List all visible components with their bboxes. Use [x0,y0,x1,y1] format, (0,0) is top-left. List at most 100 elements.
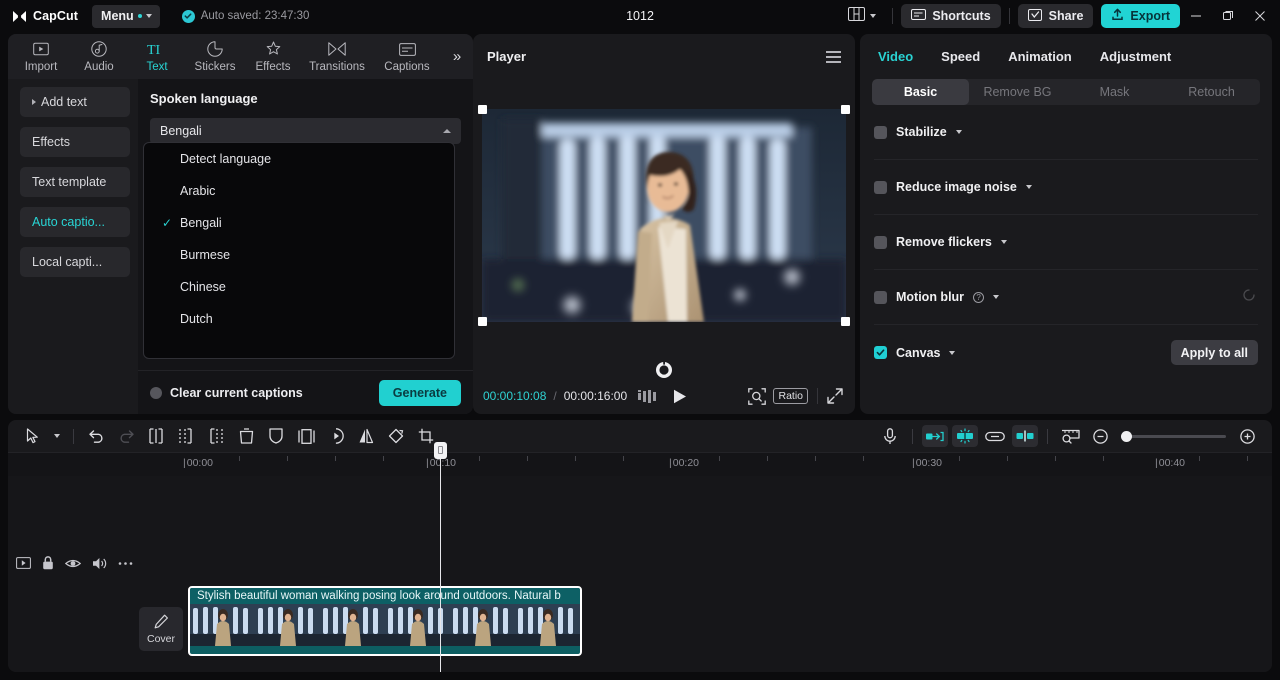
magnifier-icon[interactable] [748,387,767,405]
undo-icon[interactable] [81,421,111,451]
language-option-chinese[interactable]: Chinese [144,271,454,303]
share-icon [1027,8,1043,24]
auto-cut-icon[interactable] [952,425,978,447]
subtab-mask[interactable]: Mask [1066,79,1163,105]
language-option-detect[interactable]: Detect language [144,143,454,175]
subtab-retouch[interactable]: Retouch [1163,79,1260,105]
language-option-bengali[interactable]: ✓ Bengali [144,207,454,239]
canvas-checkbox[interactable] [874,346,887,359]
subtab-remove-bg[interactable]: Remove BG [969,79,1066,105]
menu-button[interactable]: Menu [92,4,160,28]
hamburger-icon[interactable] [826,50,841,63]
zoom-in-icon[interactable] [1232,421,1262,451]
tab-video[interactable]: Video [878,49,913,64]
chevron-down-icon[interactable] [48,421,66,451]
video-clip[interactable]: Stylish beautiful woman walking posing l… [188,586,582,656]
maximize-button[interactable] [1212,0,1244,32]
tab-effects[interactable]: Effects [244,41,302,73]
microphone-icon[interactable] [875,421,905,451]
zoom-out-icon[interactable] [1085,421,1115,451]
align-icon[interactable] [1012,425,1038,447]
sidebar-item-local-captions[interactable]: Local capti... [20,247,130,277]
trim-right-icon[interactable] [201,421,231,451]
language-option-burmese[interactable]: Burmese [144,239,454,271]
tab-text[interactable]: TI Text [128,41,186,73]
shield-icon[interactable] [261,421,291,451]
tab-speed[interactable]: Speed [941,49,980,64]
playhead[interactable] [434,442,447,672]
stabilize-checkbox[interactable] [874,125,887,139]
reduce-noise-checkbox[interactable] [874,180,887,194]
select-tool-icon[interactable] [18,421,48,451]
more-icon[interactable] [118,561,133,566]
layout-button[interactable] [840,6,884,26]
tab-animation[interactable]: Animation [1008,49,1072,64]
motion-blur-checkbox[interactable] [874,290,887,304]
lock-icon[interactable] [42,556,54,570]
volume-icon[interactable] [92,557,107,570]
sidebar-item-auto-captions[interactable]: Auto captio... [20,207,130,237]
delete-icon[interactable] [231,421,261,451]
cover-button[interactable]: Cover [139,607,183,651]
speed-icon[interactable] [321,421,351,451]
split-icon[interactable] [141,421,171,451]
eye-icon[interactable] [65,558,81,569]
sidebar-item-add-text[interactable]: Add text [20,87,130,117]
reset-option-icon[interactable] [1242,288,1256,307]
quality-icon[interactable] [638,389,658,403]
generate-button[interactable]: Generate [378,379,461,406]
ratio-button[interactable]: Ratio [773,388,808,404]
tab-adjustment[interactable]: Adjustment [1100,49,1172,64]
resize-handle-bottom-right[interactable] [841,316,850,326]
close-button[interactable] [1244,0,1276,32]
chevron-down-icon[interactable] [949,350,956,355]
language-select-value: Bengali [160,124,202,138]
tab-audio[interactable]: Audio [70,41,128,73]
trim-left-icon[interactable] [171,421,201,451]
sidebar-item-effects[interactable]: Effects [20,127,130,157]
language-select[interactable]: Bengali [150,118,461,144]
chevron-down-icon[interactable] [1000,240,1007,244]
tab-import[interactable]: Import [12,41,70,73]
shortcuts-button[interactable]: Shortcuts [901,4,1001,28]
subtab-basic[interactable]: Basic [872,79,969,105]
language-option-dutch[interactable]: Dutch [144,303,454,335]
attribute-tab-bar: Video Speed Animation Adjustment [860,34,1272,79]
chevron-down-icon[interactable] [993,295,1000,299]
reset-transform-icon[interactable] [655,361,673,379]
language-dropdown[interactable]: Detect language Arabic ✓ Bengali Burmese [143,142,455,359]
chevron-down-icon[interactable] [1025,185,1032,189]
sidebar-item-text-template[interactable]: Text template [20,167,130,197]
minimize-button[interactable] [1180,0,1212,32]
chevron-down-icon[interactable] [955,130,962,134]
zoom-slider[interactable] [1121,430,1226,442]
video-track-icon[interactable] [16,557,31,569]
auto-fill-icon[interactable] [922,425,948,447]
playhead-handle[interactable] [434,442,447,459]
tab-stickers[interactable]: Stickers [186,41,244,73]
resize-handle-bottom-left[interactable] [478,316,487,326]
play-button[interactable] [673,389,687,404]
preview-icon[interactable] [1055,421,1085,451]
resize-handle-top-left[interactable] [478,104,487,114]
timeline-ruler[interactable]: 00:00 00:10 00:20 00:30 00:40 [8,452,1272,476]
expand-tabs-button[interactable]: » [441,34,473,79]
language-option-arabic[interactable]: Arabic [144,175,454,207]
link-icon[interactable] [980,421,1010,451]
clear-captions-checkbox[interactable] [150,386,162,399]
fullscreen-icon[interactable] [827,388,843,404]
mirror-icon[interactable] [351,421,381,451]
export-button[interactable]: Export [1101,4,1180,28]
share-button[interactable]: Share [1017,4,1094,28]
help-icon[interactable]: ? [973,291,985,303]
zoom-slider-handle[interactable] [1121,430,1132,442]
video-frame[interactable] [478,104,850,326]
resize-handle-top-right[interactable] [841,104,850,114]
tab-transitions[interactable]: Transitions [302,41,372,73]
tab-captions[interactable]: Captions [372,41,442,73]
apply-to-all-button[interactable]: Apply to all [1170,340,1258,365]
remove-flickers-checkbox[interactable] [874,235,887,249]
redo-icon[interactable] [111,421,141,451]
rotate-icon[interactable] [381,421,411,451]
freeze-frame-icon[interactable] [291,421,321,451]
